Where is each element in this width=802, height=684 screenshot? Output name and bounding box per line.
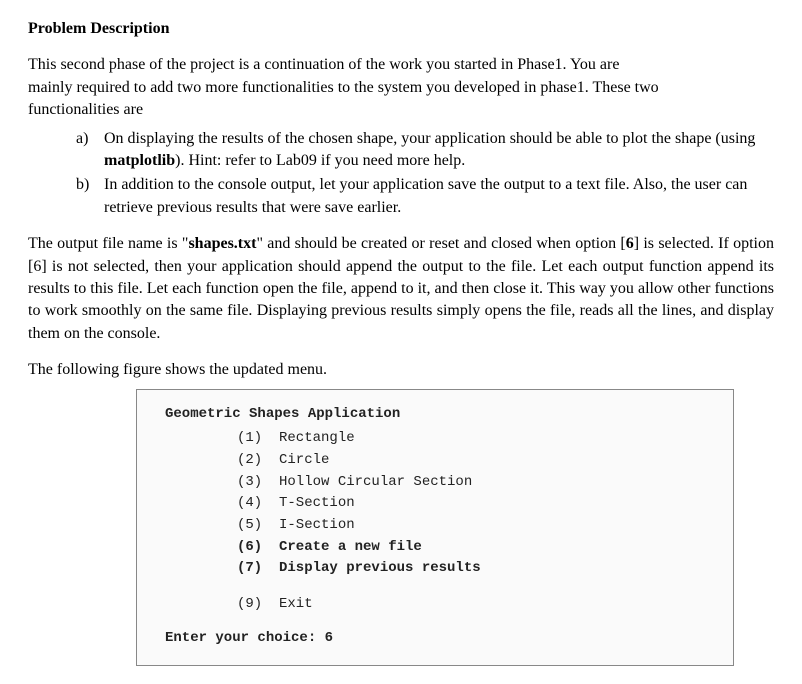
matplotlib-bold: matplotlib xyxy=(104,152,175,169)
list-item-a: a) On displaying the results of the chos… xyxy=(76,128,774,173)
list-marker-b: b) xyxy=(76,174,104,219)
list-marker-a: a) xyxy=(76,128,104,173)
intro-paragraph: This second phase of the project is a co… xyxy=(28,54,774,121)
list-body-a: On displaying the results of the chosen … xyxy=(104,128,774,173)
intro-line-2: mainly required to add two more function… xyxy=(28,79,659,96)
functionality-list: a) On displaying the results of the chos… xyxy=(28,128,774,220)
menu-gap xyxy=(237,580,733,594)
menu-prompt: Enter your choice: 6 xyxy=(165,628,733,650)
list-a-part1: On displaying the results of the chosen … xyxy=(104,130,755,147)
list-item-b: b) In addition to the console output, le… xyxy=(76,174,774,219)
figure-intro: The following figure shows the updated m… xyxy=(28,359,774,381)
menu-opt-4: (4) T-Section xyxy=(237,493,733,515)
list-a-part2: ). Hint: refer to Lab09 if you need more… xyxy=(175,152,465,169)
menu-figure: Geometric Shapes Application (1) Rectang… xyxy=(136,389,734,666)
file-paragraph: The output file name is "shapes.txt" and… xyxy=(28,233,774,345)
file-mid1: " and should be created or reset and clo… xyxy=(256,235,625,252)
intro-line-3: functionalities are xyxy=(28,101,143,118)
shapes-txt-bold: shapes.txt xyxy=(188,235,256,252)
option-6-bold: 6 xyxy=(626,235,634,252)
menu-opt-3: (3) Hollow Circular Section xyxy=(237,472,733,494)
menu-opt-9: (9) Exit xyxy=(237,594,733,616)
menu-opt-5: (5) I-Section xyxy=(237,515,733,537)
section-heading: Problem Description xyxy=(28,18,774,40)
list-body-b: In addition to the console output, let y… xyxy=(104,174,774,219)
menu-opt-6: (6) Create a new file xyxy=(237,537,733,559)
menu-items: (1) Rectangle (2) Circle (3) Hollow Circ… xyxy=(165,428,733,616)
menu-opt-7: (7) Display previous results xyxy=(237,558,733,580)
file-pre1: The output file name is " xyxy=(28,235,188,252)
menu-title: Geometric Shapes Application xyxy=(165,404,733,426)
intro-line-1: This second phase of the project is a co… xyxy=(28,56,619,73)
menu-opt-2: (2) Circle xyxy=(237,450,733,472)
menu-opt-1: (1) Rectangle xyxy=(237,428,733,450)
